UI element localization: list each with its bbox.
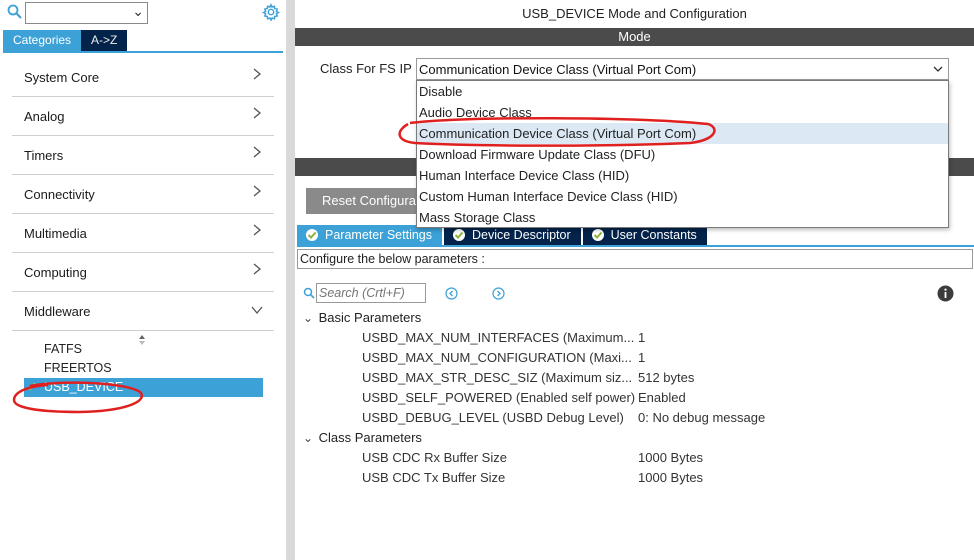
param-row[interactable]: USBD_SELF_POWERED (Enabled self power) E… xyxy=(362,390,962,410)
chevron-down-icon xyxy=(251,306,263,315)
param-name: USB CDC Tx Buffer Size xyxy=(362,470,506,485)
option-custom-hid-class[interactable]: Custom Human Interface Device Class (HID… xyxy=(417,186,948,207)
param-name: USBD_MAX_NUM_CONFIGURATION (Maxi... xyxy=(362,350,632,365)
param-name: USBD_DEBUG_LEVEL (USBD Debug Level) xyxy=(362,410,624,425)
category-middleware[interactable]: Middleware xyxy=(12,292,274,331)
category-analog[interactable]: Analog xyxy=(12,97,274,136)
mode-section-header: Mode xyxy=(295,28,974,46)
check-circle-icon xyxy=(306,229,318,241)
category-system-core[interactable]: System Core xyxy=(12,58,274,97)
option-audio-device-class[interactable]: Audio Device Class xyxy=(417,102,948,123)
configure-instructions: Configure the below parameters : xyxy=(297,249,973,269)
category-list: System Core Analog Timers Connectivity M… xyxy=(12,58,274,331)
option-hid-class[interactable]: Human Interface Device Class (HID) xyxy=(417,165,948,186)
chevron-right-icon xyxy=(253,68,262,80)
category-computing[interactable]: Computing xyxy=(12,253,274,292)
param-value: 512 bytes xyxy=(638,370,695,385)
parameter-tabs: Parameter Settings Device Descriptor Use… xyxy=(297,225,709,245)
param-value: 1000 Bytes xyxy=(638,470,704,485)
chevron-down-icon: ⌄ xyxy=(303,311,314,325)
param-value: 0: No debug message xyxy=(638,410,766,425)
param-name: USBD_MAX_NUM_INTERFACES (Maximum... xyxy=(362,330,635,345)
tab-label: Device Descriptor xyxy=(472,228,571,242)
middleware-item-usb-device[interactable]: ✓ USB_DEVICE xyxy=(24,378,263,397)
middleware-list: FATFS FREERTOS ✓ USB_DEVICE xyxy=(24,340,263,397)
search-icon[interactable] xyxy=(6,3,24,21)
tab-a-to-z[interactable]: A->Z xyxy=(81,30,128,51)
param-name: USB CDC Rx Buffer Size xyxy=(362,450,507,465)
gear-icon[interactable] xyxy=(262,3,280,21)
param-row[interactable]: USBD_MAX_NUM_INTERFACES (Maximum... 1 xyxy=(362,330,962,350)
param-row[interactable]: USBD_MAX_STR_DESC_SIZ (Maximum siz... 51… xyxy=(362,370,962,390)
category-multimedia[interactable]: Multimedia xyxy=(12,214,274,253)
tab-underline xyxy=(297,245,974,247)
option-communication-device-class[interactable]: Communication Device Class (Virtual Port… xyxy=(417,123,948,144)
chevron-right-icon xyxy=(253,107,262,119)
middleware-item-fatfs[interactable]: FATFS xyxy=(24,340,263,359)
param-value: Enabled xyxy=(638,390,686,405)
category-label: Computing xyxy=(24,265,87,280)
param-row[interactable]: USBD_DEBUG_LEVEL (USBD Debug Level) 0: N… xyxy=(362,410,962,430)
category-label: Middleware xyxy=(24,304,91,319)
chevron-right-icon xyxy=(253,146,262,158)
chevron-down-icon: ⌄ xyxy=(132,3,144,19)
check-circle-icon xyxy=(453,229,465,241)
previous-result-icon[interactable] xyxy=(445,287,458,300)
option-mass-storage-class[interactable]: Mass Storage Class xyxy=(417,207,948,228)
tab-parameter-settings[interactable]: Parameter Settings xyxy=(297,225,442,245)
check-circle-icon xyxy=(591,229,604,241)
category-label: Timers xyxy=(24,148,64,163)
chevron-down-icon: ⌄ xyxy=(303,431,314,445)
middleware-item-label: USB_DEVICE xyxy=(44,380,124,394)
class-select-value: Communication Device Class (Virtual Port… xyxy=(419,62,697,77)
left-tabs: Categories A->Z xyxy=(3,30,128,51)
param-value: 1 xyxy=(638,330,646,345)
category-label: Multimedia xyxy=(24,226,87,241)
param-row[interactable]: USBD_MAX_NUM_CONFIGURATION (Maxi... 1 xyxy=(362,350,962,370)
parameter-search-input[interactable] xyxy=(316,283,426,303)
group-label: Class Parameters xyxy=(318,430,422,445)
class-for-fs-ip-select[interactable]: Communication Device Class (Virtual Port… xyxy=(416,58,949,80)
tab-user-constants[interactable]: User Constants xyxy=(582,225,707,245)
param-value: 1000 Bytes xyxy=(638,450,704,465)
chevron-right-icon xyxy=(253,185,262,197)
chevron-right-icon xyxy=(253,263,262,275)
category-label: System Core xyxy=(24,70,100,85)
info-icon[interactable] xyxy=(937,285,954,302)
param-name: USBD_SELF_POWERED (Enabled self power) xyxy=(362,390,635,405)
tab-categories[interactable]: Categories xyxy=(3,30,82,51)
group-class-parameters[interactable]: ⌄ Class Parameters xyxy=(303,430,422,445)
category-connectivity[interactable]: Connectivity xyxy=(12,175,274,214)
option-disable[interactable]: Disable xyxy=(417,81,948,102)
category-filter-select[interactable]: ⌄ xyxy=(25,2,148,24)
param-row[interactable]: USB CDC Rx Buffer Size 1000 Bytes xyxy=(362,450,962,470)
panel-splitter[interactable] xyxy=(286,0,295,560)
param-row[interactable]: USB CDC Tx Buffer Size 1000 Bytes xyxy=(362,470,962,490)
tab-device-descriptor[interactable]: Device Descriptor xyxy=(444,225,581,245)
class-dropdown-list: Disable Audio Device Class Communication… xyxy=(416,80,949,228)
category-label: Analog xyxy=(24,109,65,124)
chevron-down-icon xyxy=(933,66,943,72)
category-label: Connectivity xyxy=(24,187,95,202)
middleware-item-freertos[interactable]: FREERTOS xyxy=(24,359,263,378)
checkmark-icon: ✓ xyxy=(27,380,38,394)
page-title: USB_DEVICE Mode and Configuration xyxy=(522,6,747,21)
option-dfu-class[interactable]: Download Firmware Update Class (DFU) xyxy=(417,144,948,165)
tab-label: User Constants xyxy=(610,228,697,242)
chevron-right-icon xyxy=(253,224,262,236)
left-panel: ⌄ Categories A->Z System Core Analog Tim… xyxy=(0,0,286,560)
category-timers[interactable]: Timers xyxy=(12,136,274,175)
search-icon xyxy=(303,287,315,299)
group-label: Basic Parameters xyxy=(318,310,422,325)
tab-underline xyxy=(3,51,283,53)
param-value: 1 xyxy=(638,350,646,365)
group-basic-parameters[interactable]: ⌄ Basic Parameters xyxy=(303,310,421,325)
tab-label: Parameter Settings xyxy=(325,228,432,242)
param-name: USBD_MAX_STR_DESC_SIZ (Maximum siz... xyxy=(362,370,633,385)
next-result-icon[interactable] xyxy=(492,287,505,300)
class-for-fs-ip-label: Class For FS IP xyxy=(320,61,412,76)
